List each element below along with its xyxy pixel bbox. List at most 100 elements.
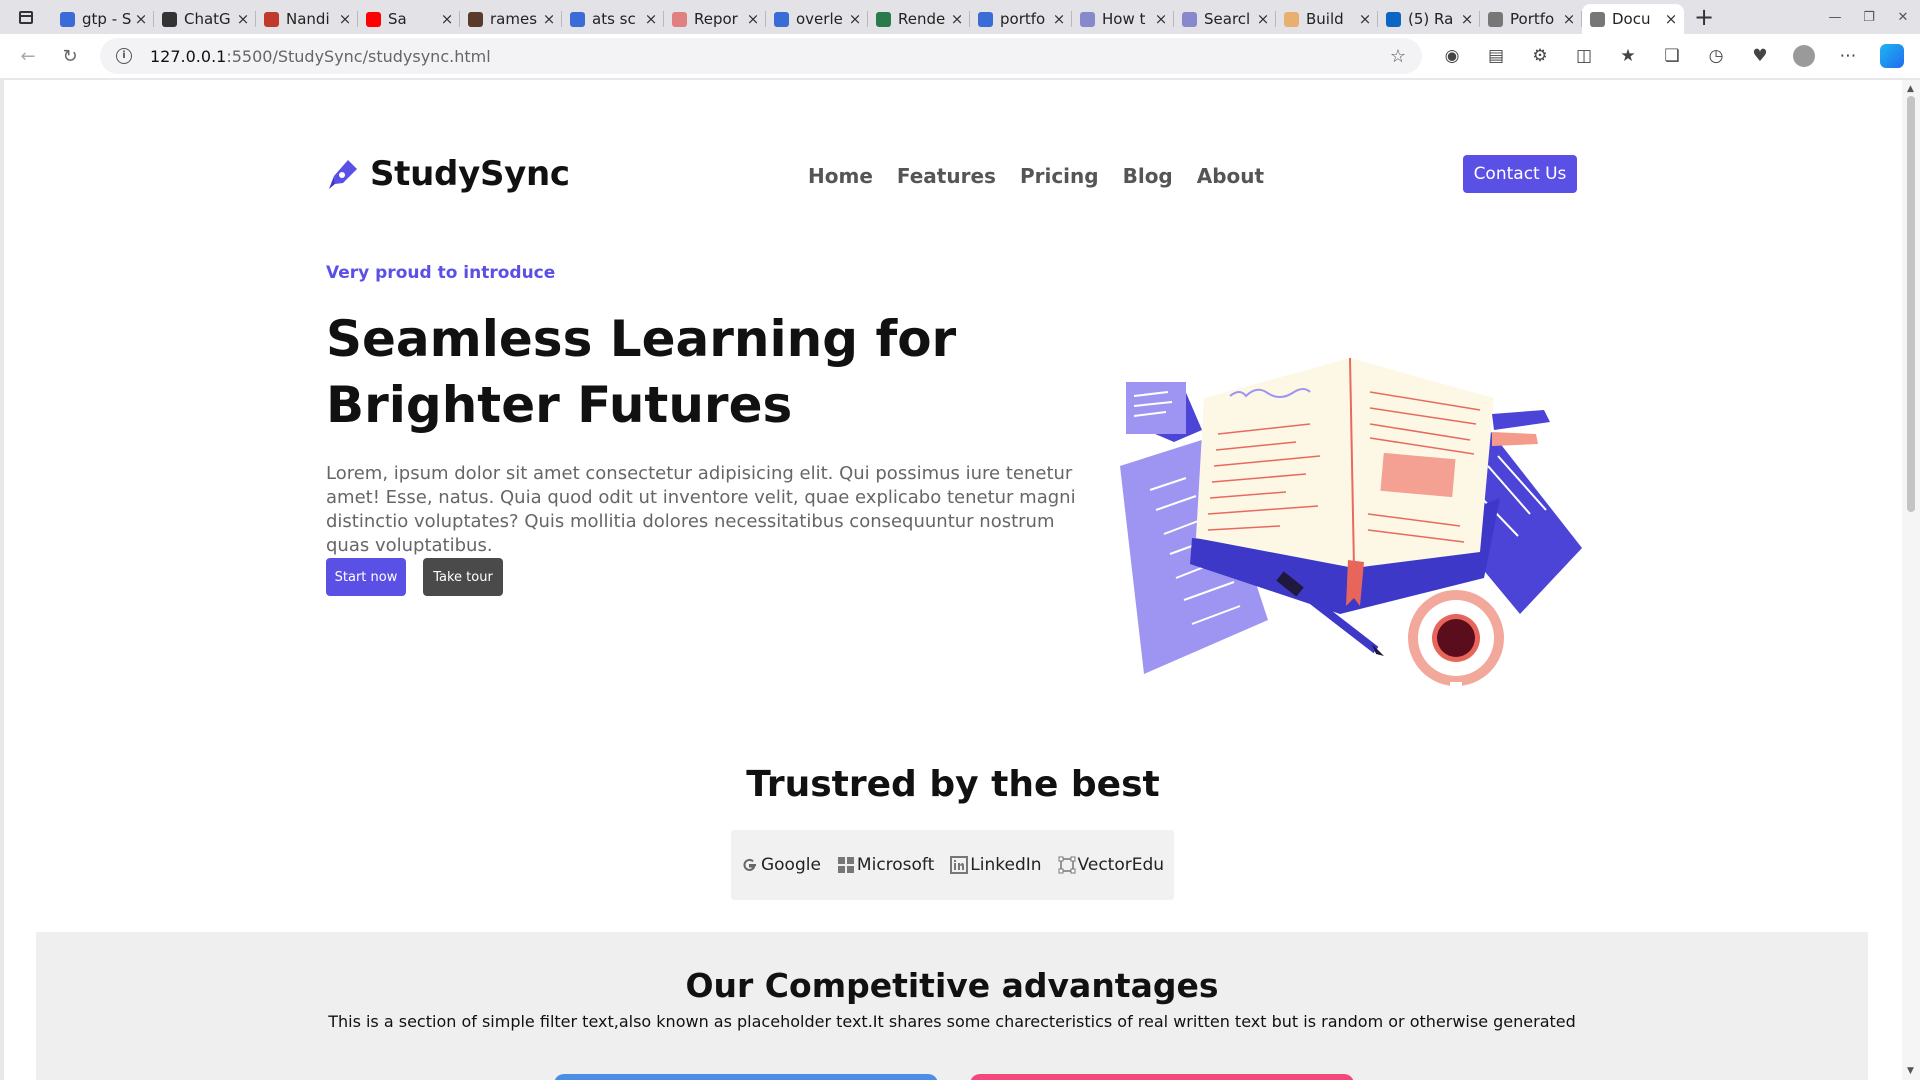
- close-tab-icon[interactable]: ×: [134, 10, 148, 28]
- close-tab-icon[interactable]: ×: [236, 10, 250, 28]
- brand-google-label: Google: [760, 855, 821, 875]
- close-tab-icon[interactable]: ×: [1562, 10, 1576, 28]
- brand-name: StudySync: [370, 154, 570, 194]
- take-tour-button[interactable]: Take tour: [423, 558, 503, 596]
- close-tab-icon[interactable]: ×: [644, 10, 658, 28]
- tab-title: overle: [796, 10, 843, 28]
- url-path: :5500/StudySync/studysync.html: [226, 46, 491, 66]
- split-screen-icon[interactable]: ◫: [1562, 34, 1606, 78]
- browser-tab[interactable]: How t ×: [1072, 5, 1174, 33]
- site-logo[interactable]: StudySync: [326, 154, 570, 194]
- browser-tab[interactable]: Searcl ×: [1174, 5, 1276, 33]
- scroll-down-arrow-icon[interactable]: ▼: [1907, 1066, 1914, 1076]
- close-tab-icon[interactable]: ×: [1154, 10, 1168, 28]
- advantages-title: Our Competitive advantages: [685, 966, 1219, 1005]
- browser-tab[interactable]: ats sc ×: [562, 5, 664, 33]
- extension-globe-icon[interactable]: ◉: [1430, 34, 1474, 78]
- close-tab-icon[interactable]: ×: [1664, 10, 1678, 28]
- advantage-card-pink: [970, 1074, 1354, 1080]
- extensions-puzzle-icon[interactable]: ⚙: [1518, 34, 1562, 78]
- minimize-icon[interactable]: —: [1818, 0, 1852, 34]
- sticky-note: [1126, 382, 1202, 442]
- browser-tab[interactable]: Repor ×: [664, 5, 766, 33]
- tab-title: rames: [490, 10, 538, 28]
- search-icon: [570, 11, 585, 27]
- main-nav: Home Features Pricing Blog About: [808, 164, 1264, 188]
- clipboard-icon[interactable]: ▤: [1474, 34, 1518, 78]
- close-tab-icon[interactable]: ×: [746, 10, 760, 28]
- address-bar[interactable]: i 127.0.0.1:5500/StudySync/studysync.htm…: [100, 38, 1422, 74]
- scroll-thumb[interactable]: [1907, 96, 1915, 512]
- contact-us-button[interactable]: Contact Us: [1463, 155, 1577, 193]
- brand-linkedin: LinkedIn: [950, 855, 1042, 875]
- brand-google: Google: [741, 855, 821, 875]
- browser-tab[interactable]: Rende ×: [868, 5, 970, 33]
- nav-home[interactable]: Home: [808, 164, 873, 188]
- browser-toolbar: ← ↻ i 127.0.0.1:5500/StudySync/studysync…: [0, 34, 1920, 78]
- microsoft-icon: [837, 856, 855, 874]
- performance-icon[interactable]: ♥: [1738, 34, 1782, 78]
- nav-features[interactable]: Features: [897, 164, 996, 188]
- back-arrow-icon[interactable]: ←: [10, 38, 46, 74]
- nav-pricing[interactable]: Pricing: [1020, 164, 1099, 188]
- close-tab-icon[interactable]: ×: [1460, 10, 1474, 28]
- browser-tab-strip: gtp - S × ChatG × Nandi × Sa × rames × ats sc × Repo…: [0, 0, 1920, 34]
- close-window-icon[interactable]: ✕: [1886, 0, 1920, 34]
- close-tab-icon[interactable]: ×: [338, 10, 352, 28]
- search-icon: [774, 11, 789, 27]
- window-controls: — ❐ ✕: [1818, 0, 1920, 34]
- scroll-up-arrow-icon[interactable]: ▲: [1907, 84, 1914, 94]
- hero-title: Seamless Learning for Brighter Futures: [326, 310, 957, 434]
- browser-tab[interactable]: Sa ×: [358, 5, 460, 33]
- site-info-icon[interactable]: i: [116, 48, 132, 64]
- tab-title: Nandi: [286, 10, 330, 28]
- nav-about[interactable]: About: [1197, 164, 1264, 188]
- tab-list: gtp - S × ChatG × Nandi × Sa × rames × ats sc × Repo…: [52, 0, 1684, 34]
- favorites-icon[interactable]: ★: [1606, 34, 1650, 78]
- pen-logo-icon: [329, 160, 357, 189]
- close-tab-icon[interactable]: ×: [1358, 10, 1372, 28]
- tab-actions-icon[interactable]: [0, 0, 52, 34]
- close-tab-icon[interactable]: ×: [950, 10, 964, 28]
- url-text[interactable]: 127.0.0.1:5500/StudySync/studysync.html: [150, 47, 491, 66]
- tab-title: Rende: [898, 10, 946, 28]
- close-tab-icon[interactable]: ×: [848, 10, 862, 28]
- chatgpt-icon: [162, 11, 177, 27]
- advantage-card-blue: [554, 1074, 938, 1080]
- history-icon[interactable]: ◷: [1694, 34, 1738, 78]
- tab-title: gtp - S: [82, 10, 132, 28]
- page-icon: [1590, 11, 1605, 27]
- page-scrollbar[interactable]: ▲ ▼: [1902, 80, 1920, 1080]
- close-tab-icon[interactable]: ×: [1256, 10, 1270, 28]
- brand-vectoredu-label: VectorEdu: [1077, 855, 1165, 875]
- browser-tab[interactable]: Nandi ×: [256, 5, 358, 33]
- tab-title: Repor: [694, 10, 738, 28]
- browser-tab[interactable]: portfo ×: [970, 5, 1072, 33]
- browser-tab[interactable]: Build ×: [1276, 5, 1378, 33]
- favorite-star-icon[interactable]: ☆: [1390, 46, 1406, 67]
- doc-icon: [672, 11, 687, 27]
- hero-description: Lorem, ipsum dolor sit amet consectetur …: [326, 463, 1076, 556]
- start-now-button[interactable]: Start now: [326, 558, 406, 596]
- close-tab-icon[interactable]: ×: [542, 10, 556, 28]
- tab-title: ChatG: [184, 10, 231, 28]
- browser-tab[interactable]: Docu ×: [1582, 4, 1684, 34]
- browser-tab[interactable]: (5) Ra ×: [1378, 5, 1480, 33]
- browser-tab[interactable]: gtp - S ×: [52, 5, 154, 33]
- collections-icon[interactable]: ❏: [1650, 34, 1694, 78]
- browser-tab[interactable]: Portfo ×: [1480, 5, 1582, 33]
- reload-icon[interactable]: ↻: [52, 38, 88, 74]
- brand-linkedin-label: LinkedIn: [970, 855, 1042, 875]
- tab-title: Docu: [1612, 10, 1651, 28]
- nav-blog[interactable]: Blog: [1123, 164, 1173, 188]
- browser-tab[interactable]: overle ×: [766, 5, 868, 33]
- browser-tab[interactable]: rames ×: [460, 5, 562, 33]
- copilot-icon[interactable]: [1870, 34, 1914, 78]
- more-menu-icon[interactable]: ⋯: [1826, 34, 1870, 78]
- restore-icon[interactable]: ❐: [1852, 0, 1886, 34]
- browser-tab[interactable]: ChatG ×: [154, 5, 256, 33]
- profile-avatar[interactable]: [1782, 34, 1826, 78]
- new-tab-button[interactable]: +: [1684, 0, 1724, 34]
- close-tab-icon[interactable]: ×: [1052, 10, 1066, 28]
- close-tab-icon[interactable]: ×: [440, 10, 454, 28]
